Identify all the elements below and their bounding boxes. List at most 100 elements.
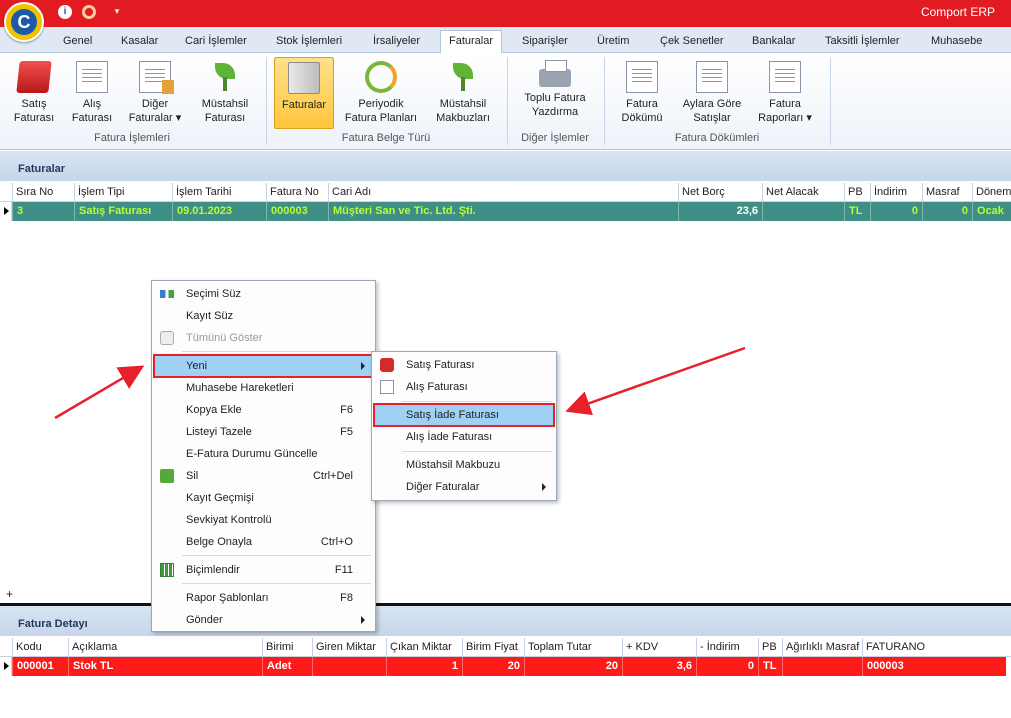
- menu-item-muhasebe-hareketleri[interactable]: Muhasebe Hareketleri: [154, 377, 373, 399]
- table-cell: [762, 202, 844, 221]
- tab-muhasebe[interactable]: Muhasebe: [923, 31, 990, 53]
- table-cell: [312, 657, 386, 676]
- menu-item-label: Kopya Ekle: [186, 404, 242, 416]
- menu-shortcut: F8: [340, 592, 353, 604]
- menu-item-bicimlendir[interactable]: Biçimlendir F11: [154, 559, 373, 581]
- submenu-item-alis-iade-faturasi[interactable]: Alış İade Faturası: [374, 426, 554, 448]
- column-header[interactable]: Fatura No: [266, 183, 328, 202]
- menu-item-yeni[interactable]: Yeni: [153, 354, 374, 378]
- table-row[interactable]: 000001 Stok TL Adet 1 20 20 3,6 0 TL 000…: [0, 657, 1011, 676]
- tab-uretim[interactable]: Üretim: [589, 31, 637, 53]
- red-bag-icon: [380, 358, 394, 372]
- button-label: Toplu Fatura: [524, 92, 586, 104]
- column-header[interactable]: Çıkan Miktar: [386, 638, 462, 657]
- trash-icon: [160, 469, 174, 483]
- tab-cek-senetler[interactable]: Çek Senetler: [652, 31, 732, 53]
- button-label: Fatura: [626, 98, 658, 110]
- tab-stok-islemleri[interactable]: Stok İşlemleri: [268, 31, 350, 53]
- menu-item-kayit-suz[interactable]: Kayıt Süz: [154, 305, 373, 327]
- column-header[interactable]: Giren Miktar: [312, 638, 386, 657]
- fatura-dokumu-button[interactable]: Fatura Dökümü: [612, 57, 672, 129]
- group-label-diger-islemler: Diğer İşlemler: [521, 132, 589, 144]
- mustahsil-faturasi-button[interactable]: Müstahsil Faturası: [192, 57, 258, 129]
- column-header[interactable]: İşlem Tarihi: [172, 183, 266, 202]
- column-header[interactable]: Sıra No: [12, 183, 74, 202]
- submenu-item-satis-faturasi[interactable]: Satış Faturası: [374, 354, 554, 376]
- menu-item-belge-onayla[interactable]: Belge Onayla Ctrl+O: [154, 531, 373, 553]
- column-header[interactable]: FATURANO: [862, 638, 1011, 657]
- button-label: Faturalar: [281, 99, 327, 111]
- menu-item-e-fatura-durumu-guncelle[interactable]: E-Fatura Durumu Güncelle: [154, 443, 373, 465]
- button-label: Faturası: [71, 112, 113, 124]
- filter-icon: [160, 290, 174, 298]
- document-icon: [696, 61, 728, 93]
- toplu-fatura-yazdirma-button[interactable]: Toplu Fatura Yazdırma: [515, 57, 595, 129]
- menu-item-rapor-sablonlari[interactable]: Rapor Şablonları F8: [154, 587, 373, 609]
- button-label: Diğer: [141, 98, 169, 110]
- column-header[interactable]: Toplam Tutar: [524, 638, 622, 657]
- tab-taksitli-islemler[interactable]: Taksitli İşlemler: [817, 31, 908, 53]
- menu-item-kopya-ekle[interactable]: Kopya Ekle F6: [154, 399, 373, 421]
- mustahsil-makbuzlari-button[interactable]: Müstahsil Makbuzları: [428, 57, 498, 129]
- info-icon[interactable]: i: [58, 5, 72, 19]
- alis-faturasi-button[interactable]: Alış Faturası: [64, 57, 120, 129]
- menu-item-label: Tümünü Göster: [186, 332, 263, 344]
- tab-faturalar[interactable]: Faturalar: [440, 30, 503, 54]
- menu-item-sevkiyat-kontrolu[interactable]: Sevkiyat Kontrolü: [154, 509, 373, 531]
- column-header[interactable]: Cari Adı: [328, 183, 678, 202]
- submenu-item-satis-iade-faturasi[interactable]: Satış İade Faturası: [373, 403, 555, 427]
- diger-faturalar-button[interactable]: Diğer Faturalar ▾: [122, 57, 188, 129]
- button-label: Makbuzları: [436, 112, 490, 124]
- aylara-gore-satislar-button[interactable]: Aylara Göre Satışlar: [676, 57, 748, 129]
- column-header[interactable]: Açıklama: [68, 638, 262, 657]
- fatura-raporlari-button[interactable]: Fatura Raporları ▾: [752, 57, 818, 129]
- book-icon: [288, 62, 320, 94]
- menu-shortcut: F11: [334, 564, 353, 576]
- column-header[interactable]: PB: [758, 638, 782, 657]
- tab-cari-islemler[interactable]: Cari İşlemler: [177, 31, 255, 53]
- column-header[interactable]: Ağırlıklı Masraf: [782, 638, 862, 657]
- quick-access-menu-icon[interactable]: ▾: [112, 4, 122, 18]
- column-header[interactable]: İşlem Tipi: [74, 183, 172, 202]
- menu-item-gonder[interactable]: Gönder: [154, 609, 373, 631]
- app-logo[interactable]: C: [4, 2, 44, 42]
- tab-siparisler[interactable]: Siparişler: [514, 31, 576, 53]
- button-label: Satışlar: [693, 112, 731, 124]
- column-header[interactable]: Net Alacak: [762, 183, 844, 202]
- menu-item-listeyi-tazele[interactable]: Listeyi Tazele F5: [154, 421, 373, 443]
- menu-item-secimi-suz[interactable]: Seçimi Süz: [154, 283, 373, 305]
- column-header[interactable]: Dönem: [972, 183, 1011, 202]
- satis-faturasi-button[interactable]: Satış Faturası: [6, 57, 62, 129]
- menu-item-label: Kayıt Geçmişi: [186, 492, 254, 504]
- table-cell: 000001: [12, 657, 68, 676]
- column-header[interactable]: - İndirim: [696, 638, 758, 657]
- menu-item-label: Rapor Şablonları: [186, 592, 269, 604]
- menu-item-sil[interactable]: Sil Ctrl+Del: [154, 465, 373, 487]
- tab-bankalar[interactable]: Bankalar: [744, 31, 803, 53]
- help-ring-icon[interactable]: [82, 5, 96, 19]
- tab-kasalar[interactable]: Kasalar: [113, 31, 166, 53]
- faturalar-button[interactable]: Faturalar: [274, 57, 334, 129]
- submenu-item-alis-faturasi[interactable]: Alış Faturası: [374, 376, 554, 398]
- table-cell: Ocak: [972, 202, 1011, 221]
- column-header[interactable]: + KDV: [622, 638, 696, 657]
- menu-separator: [402, 401, 552, 402]
- tab-genel[interactable]: Genel: [55, 31, 100, 53]
- periyodik-fatura-planlari-button[interactable]: Periyodik Fatura Planları: [338, 57, 424, 129]
- column-header[interactable]: PB: [844, 183, 870, 202]
- column-header[interactable]: Kodu: [12, 638, 68, 657]
- new-row-button[interactable]: +: [6, 587, 13, 601]
- menu-item-tumunu-goster[interactable]: Tümünü Göster: [154, 327, 373, 349]
- menu-item-kayit-gecmisi[interactable]: Kayıt Geçmişi: [154, 487, 373, 509]
- menu-separator: [182, 351, 371, 352]
- submenu-item-diger-faturalar[interactable]: Diğer Faturalar: [374, 476, 554, 498]
- column-header[interactable]: Net Borç: [678, 183, 762, 202]
- column-header[interactable]: Birimi: [262, 638, 312, 657]
- column-header[interactable]: Birim Fiyat: [462, 638, 524, 657]
- column-header[interactable]: Masraf: [922, 183, 972, 202]
- table-row[interactable]: 3 Satış Faturası 09.01.2023 000003 Müşte…: [0, 202, 1011, 221]
- submenu-item-mustahsil-makbuzu[interactable]: Müstahsil Makbuzu: [374, 454, 554, 476]
- plant-icon: [209, 61, 241, 93]
- tab-irsaliyeler[interactable]: İrsaliyeler: [365, 31, 428, 53]
- column-header[interactable]: İndirim: [870, 183, 922, 202]
